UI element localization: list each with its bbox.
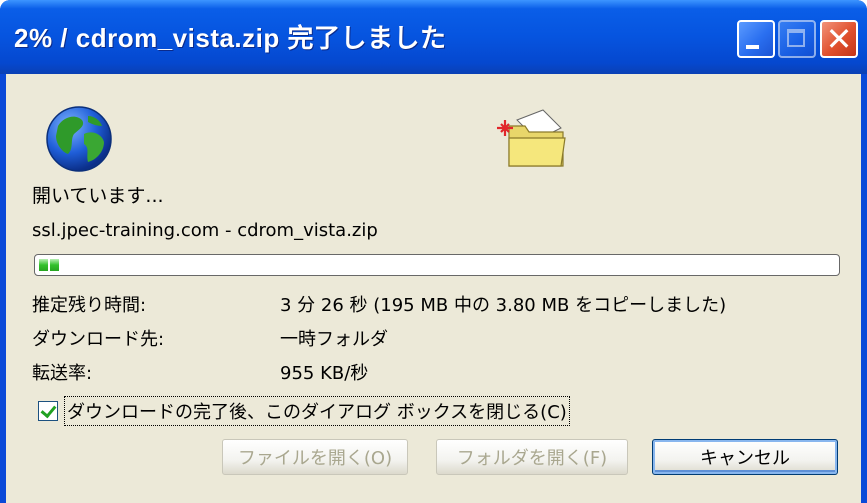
progress-fill <box>39 259 59 271</box>
minimize-button[interactable] <box>737 20 775 58</box>
dialog-body: 開いています... ssl.jpec-training.com - cdrom_… <box>6 74 861 503</box>
status-text: 開いています... <box>32 185 164 207</box>
destination-label: ダウンロード先: <box>32 329 165 350</box>
source-text: ssl.jpec-training.com - cdrom_vista.zip <box>32 220 378 241</box>
close-on-complete-checkbox[interactable] <box>38 401 58 421</box>
close-button[interactable]: ✕ <box>820 20 858 58</box>
remaining-time-value: 3 分 26 秒 (195 MB 中の 3.80 MB をコピーしました) <box>280 295 727 316</box>
cancel-button[interactable]: キャンセル <box>652 439 838 475</box>
progress-segment <box>39 259 48 271</box>
globe-icon <box>46 106 112 172</box>
close-on-complete-option[interactable]: ダウンロードの完了後、このダイアログ ボックスを閉じる(C) <box>38 396 570 426</box>
maximize-button <box>778 20 816 58</box>
open-folder-button: フォルダを開く(F) <box>436 439 628 475</box>
download-progress-bar <box>34 254 840 276</box>
open-file-button: ファイルを開く(O) <box>222 439 408 475</box>
download-dialog-window: 2% / cdrom_vista.zip 完了しました ✕ 開いています... … <box>0 0 867 503</box>
close-on-complete-label[interactable]: ダウンロードの完了後、このダイアログ ボックスを閉じる(C) <box>64 396 570 426</box>
window-title: 2% / cdrom_vista.zip 完了しました <box>14 23 447 53</box>
close-icon: ✕ <box>825 20 853 58</box>
transfer-rate-label: 転送率: <box>32 363 93 384</box>
progress-segment <box>50 259 59 271</box>
remaining-time-label: 推定残り時間: <box>32 295 147 316</box>
destination-value: 一時フォルダ <box>280 329 388 350</box>
title-bar[interactable]: 2% / cdrom_vista.zip 完了しました ✕ <box>0 0 867 74</box>
transfer-rate-value: 955 KB/秒 <box>280 363 369 384</box>
folder-icon <box>497 109 566 167</box>
